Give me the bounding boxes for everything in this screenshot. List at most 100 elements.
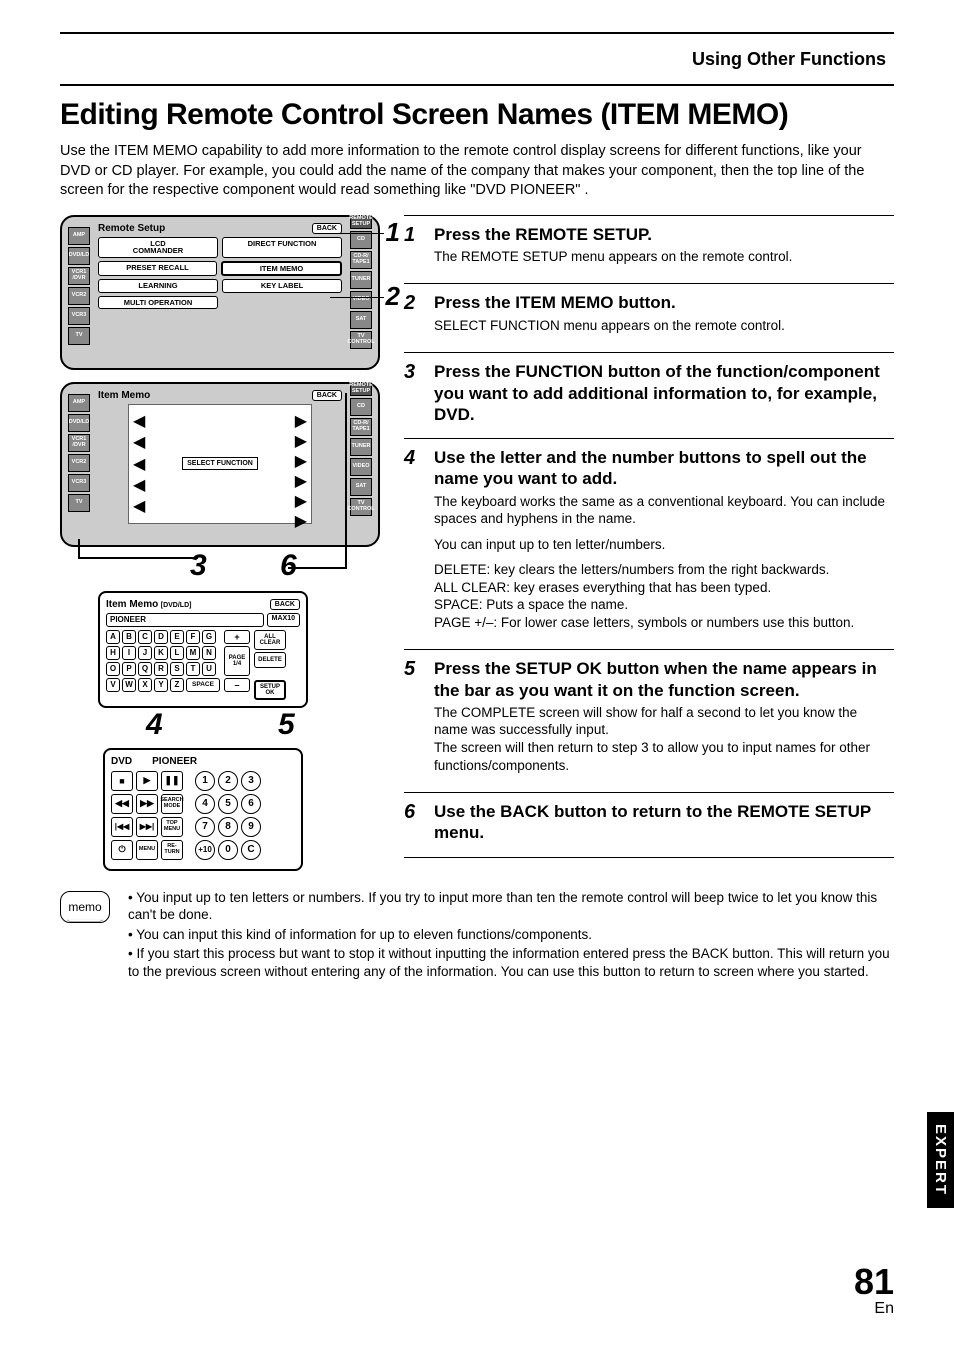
arrow-right-icon: ▶ — [295, 451, 307, 471]
fastforward-icon: ▶▶ — [136, 794, 158, 814]
item-memo-screen: AMPDVD/LDVCR1 /DVRVCR2VCR3TV REMOTE SETU… — [60, 382, 380, 547]
memo-section: memo You input up to ten letters or numb… — [60, 889, 894, 983]
step-body: The REMOTE SETUP menu appears on the rem… — [434, 248, 894, 266]
letter-key: X — [138, 678, 152, 692]
instruction-step: 3Press the FUNCTION button of the functi… — [404, 352, 894, 438]
instruction-step: 4Use the letter and the number buttons t… — [404, 438, 894, 649]
callout-3: 3 — [190, 549, 207, 583]
function-tab: VCR3 — [68, 307, 90, 325]
function-tab: VCR1 /DVR — [68, 434, 90, 452]
letter-key: O — [106, 662, 120, 676]
letter-key: V — [106, 678, 120, 692]
page-title: Editing Remote Control Screen Names (ITE… — [60, 98, 894, 132]
num-6: 6 — [241, 794, 261, 814]
section-title: Using Other Functions — [692, 49, 886, 70]
step-body: The COMPLETE screen will show for half a… — [434, 704, 894, 774]
power-icon: ⏻ — [111, 840, 133, 860]
function-tab: AMP — [68, 394, 90, 412]
letter-key: H — [106, 646, 120, 660]
brand-label: PIONEER — [152, 756, 197, 767]
function-tab: TV CONTROL — [350, 331, 372, 349]
num-1: 1 — [195, 771, 215, 791]
name-input-field: PIONEER — [106, 613, 264, 627]
rewind-icon: ◀◀ — [111, 794, 133, 814]
letter-key: M — [186, 646, 200, 660]
key-label-button: KEY LABEL — [222, 279, 342, 293]
arrow-left-icon: ◀ — [133, 454, 145, 474]
letter-key: C — [138, 630, 152, 644]
callout-5: 5 — [278, 708, 295, 742]
step-number: 6 — [404, 801, 424, 847]
callout-2: 2 — [386, 281, 400, 312]
letter-key: U — [202, 662, 216, 676]
step-title: Use the BACK button to return to the REM… — [434, 801, 894, 844]
step-title: Press the FUNCTION button of the functio… — [434, 361, 894, 425]
letter-key: G — [202, 630, 216, 644]
step-body: The keyboard works the same as a convent… — [434, 493, 894, 632]
all-clear-button: ALL CLEAR — [254, 630, 286, 650]
function-tab: VIDEO — [350, 291, 372, 309]
num-7: 7 — [195, 817, 215, 837]
function-tab: TUNER — [350, 438, 372, 456]
instruction-step: 1Press the REMOTE SETUP.The REMOTE SETUP… — [404, 215, 894, 284]
top-menu-button: TOP MENU — [161, 817, 183, 837]
instruction-step: 2 Press the ITEM MEMO button. SELECT FUNCT… — [404, 283, 894, 352]
dvd-function-screen: DVD PIONEER ■ ▶ ❚❚ 1 2 3 ◀◀ ▶▶ SEARCH MO… — [103, 748, 303, 871]
letter-key: S — [170, 662, 184, 676]
search-mode-button: SEARCH MODE — [161, 794, 183, 814]
clear-button: C — [241, 840, 261, 860]
screen-title: Item Memo — [98, 390, 150, 401]
chapter-tab: EXPERT — [927, 1112, 954, 1208]
stop-icon: ■ — [111, 771, 133, 791]
step-number: 2 — [404, 292, 424, 342]
step-number: 5 — [404, 658, 424, 782]
step-body: SELECT FUNCTION menu appears on the remo… — [434, 317, 894, 335]
step-number: 3 — [404, 361, 424, 428]
arrow-right-icon: ▶ — [295, 431, 307, 451]
step-title: Press the ITEM MEMO button. — [434, 292, 894, 313]
function-tab: TV — [68, 327, 90, 345]
next-track-icon: ▶▶| — [136, 817, 158, 837]
return-button: RE- TURN — [161, 840, 183, 860]
function-tab: SAT — [350, 311, 372, 329]
letter-key: K — [154, 646, 168, 660]
arrow-right-icon: ▶ — [295, 471, 307, 491]
num-0: 0 — [218, 840, 238, 860]
num-8: 8 — [218, 817, 238, 837]
arrow-left-icon: ◀ — [133, 475, 145, 495]
step-number: 1 — [404, 224, 424, 274]
callout-6: 6 — [280, 549, 297, 583]
page-number: 81 En — [854, 1264, 894, 1318]
kb-subtitle: [DVD/LD] — [161, 602, 192, 609]
function-tab: TUNER — [350, 271, 372, 289]
letter-key: W — [122, 678, 136, 692]
arrow-right-icon: ▶ — [295, 411, 307, 431]
step-title: Use the letter and the number buttons to… — [434, 447, 894, 490]
plus-10-button: +10 — [195, 840, 215, 860]
setup-ok-button: SETUP OK — [254, 680, 286, 700]
back-button: BACK — [270, 599, 300, 610]
arrow-left-icon: ◀ — [133, 411, 145, 431]
multi-operation-button: MULTI OPERATION — [98, 296, 218, 310]
letter-key: L — [170, 646, 184, 660]
instruction-step: 6Use the BACK button to return to the RE… — [404, 792, 894, 858]
learning-button: LEARNING — [98, 279, 218, 293]
letter-key: Q — [138, 662, 152, 676]
arrow-right-icon: ▶ — [295, 491, 307, 511]
memo-item: You input up to ten letters or numbers. … — [128, 889, 894, 924]
dvd-label: DVD — [111, 756, 132, 767]
num-4: 4 — [195, 794, 215, 814]
screen-title: Remote Setup — [98, 223, 165, 234]
kb-title: Item Memo — [106, 599, 158, 610]
num-9: 9 — [241, 817, 261, 837]
section-header: Using Other Functions — [60, 32, 894, 86]
select-function-label: SELECT FUNCTION — [182, 457, 258, 470]
callout-4: 4 — [146, 708, 163, 742]
delete-button: DELETE — [254, 652, 286, 668]
num-2: 2 — [218, 771, 238, 791]
letter-key: J — [138, 646, 152, 660]
instruction-step: 5Press the SETUP OK button when the name… — [404, 649, 894, 792]
num-3: 3 — [241, 771, 261, 791]
minus-button: – — [224, 678, 250, 692]
item-memo-button: ITEM MEMO — [221, 261, 342, 277]
